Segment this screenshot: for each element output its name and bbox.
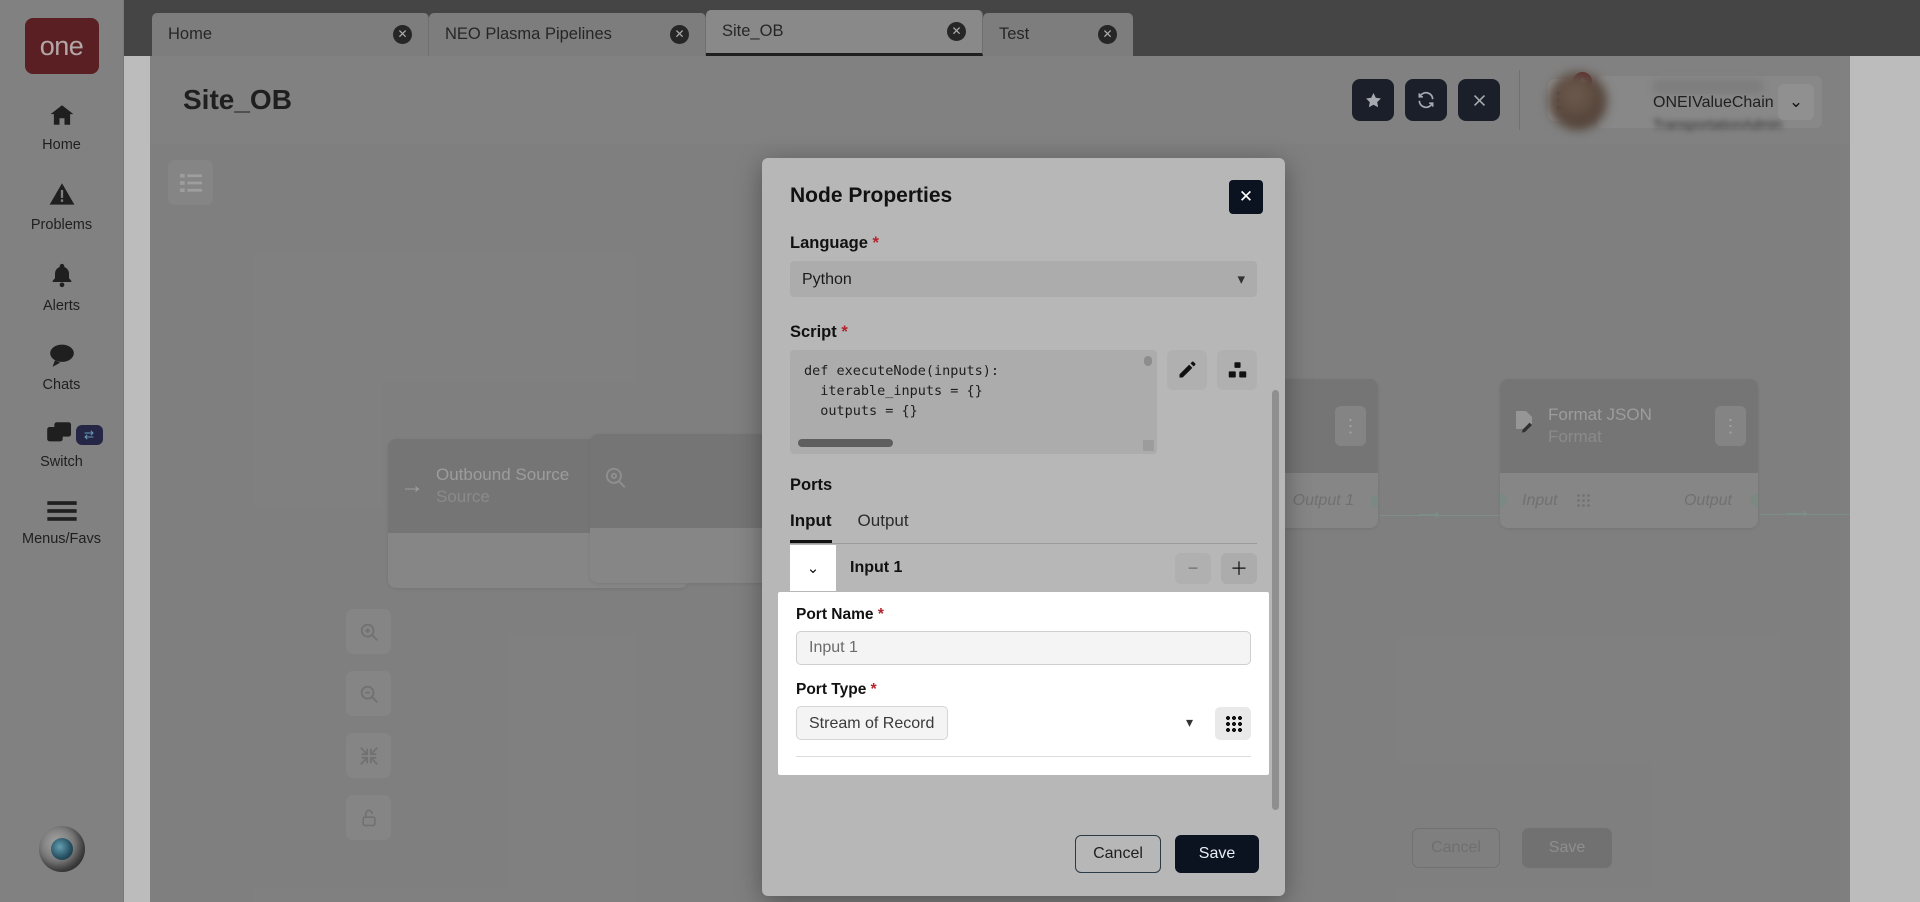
- ports-tabs: Input Output: [790, 511, 1257, 544]
- application-window: one Home Problems Alerts Chats ⇄ Switch …: [0, 0, 1920, 902]
- required-asterisk: *: [872, 234, 879, 252]
- script-code: def executeNode(inputs): iterable_inputs…: [804, 363, 1000, 419]
- language-label-text: Language: [790, 234, 868, 252]
- language-label: Language *: [790, 234, 1257, 253]
- script-vertical-scrollbar[interactable]: [1144, 356, 1152, 366]
- chevron-down-icon: ▾: [1185, 714, 1193, 730]
- language-select[interactable]: Python: [790, 261, 1257, 297]
- grid-icon: [1224, 714, 1242, 732]
- script-label-text: Script: [790, 323, 837, 341]
- script-resize-grip[interactable]: [1143, 440, 1154, 451]
- tab-output[interactable]: Output: [858, 511, 909, 543]
- port-name-label: Port Name *: [796, 606, 1251, 624]
- dialog-title: Node Properties: [790, 184, 953, 207]
- node-properties-dialog: Node Properties ✕ Language * Python ▾ Sc…: [762, 158, 1285, 896]
- required-asterisk: *: [841, 323, 848, 341]
- port-name-label-text: Port Name: [796, 606, 874, 623]
- port-type-select[interactable]: Stream of Record: [796, 706, 948, 740]
- port-accordion-header: ⌄ Input 1 − ＋: [790, 544, 1257, 592]
- script-editor[interactable]: def executeNode(inputs): iterable_inputs…: [790, 350, 1157, 454]
- cancel-button[interactable]: Cancel: [1075, 835, 1161, 873]
- dialog-scrollbar[interactable]: [1272, 390, 1279, 810]
- script-label: Script *: [790, 323, 1257, 342]
- required-asterisk: *: [877, 606, 884, 623]
- dialog-body: Language * Python ▾ Script * def execute…: [762, 208, 1285, 812]
- save-button[interactable]: Save: [1175, 835, 1259, 873]
- panel-divider: [796, 756, 1251, 757]
- edit-script-button[interactable]: [1167, 350, 1207, 390]
- ports-heading: Ports: [790, 476, 833, 494]
- port-type-grid-button[interactable]: [1215, 706, 1251, 740]
- port-details-panel: Port Name * Port Type * Stream of Record…: [778, 592, 1269, 775]
- chevron-down-icon[interactable]: ⌄: [790, 545, 836, 591]
- port-name-input[interactable]: [796, 631, 1251, 665]
- remove-port-button[interactable]: −: [1175, 552, 1211, 584]
- port-accordion-title: Input 1: [850, 559, 903, 576]
- port-type-label: Port Type *: [796, 681, 1251, 699]
- script-horizontal-scrollbar[interactable]: [798, 439, 893, 447]
- required-asterisk: *: [870, 681, 877, 698]
- port-type-label-text: Port Type: [796, 681, 867, 698]
- script-modules-button[interactable]: [1217, 350, 1257, 390]
- add-port-button[interactable]: ＋: [1221, 552, 1257, 584]
- tab-input[interactable]: Input: [790, 511, 832, 543]
- dialog-footer: Cancel Save: [762, 812, 1285, 896]
- dialog-header: Node Properties ✕: [762, 158, 1285, 214]
